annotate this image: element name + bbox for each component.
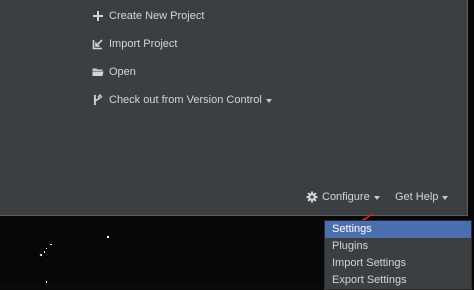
desktop-sparkle (46, 281, 47, 283)
welcome-window: Create New Project Import Project Open C… (0, 0, 468, 216)
gear-icon (306, 191, 318, 203)
import-icon (92, 38, 104, 50)
checkout-vcs-label: Check out from Version Control (109, 94, 262, 106)
plus-icon (92, 10, 104, 22)
folder-icon (92, 66, 104, 78)
create-new-project-action[interactable]: Create New Project (92, 8, 204, 24)
configure-button[interactable]: Configure (306, 189, 380, 205)
desktop-sparkle (107, 236, 109, 238)
open-action[interactable]: Open (92, 64, 136, 80)
menu-item-import-settings[interactable]: Import Settings (325, 255, 471, 272)
menu-item-export-settings[interactable]: Export Settings (325, 272, 471, 289)
configure-label: Configure (322, 191, 370, 203)
chevron-down-icon (373, 196, 380, 200)
vcs-branch-icon (92, 94, 104, 106)
get-help-label: Get Help (395, 191, 439, 203)
menu-item-plugins[interactable]: Plugins (325, 238, 471, 255)
chevron-down-icon (265, 99, 272, 103)
import-project-label: Import Project (109, 38, 178, 50)
desktop-sparkle (50, 244, 52, 245)
chevron-down-icon (442, 196, 449, 200)
import-project-action[interactable]: Import Project (92, 36, 177, 52)
desktop-sparkle (44, 251, 45, 253)
get-help-button[interactable]: Get Help (395, 189, 449, 205)
desktop-sparkle (46, 248, 47, 249)
checkout-vcs-action[interactable]: Check out from Version Control (92, 92, 272, 108)
open-label: Open (109, 66, 136, 78)
create-new-project-label: Create New Project (109, 10, 205, 22)
desktop-sparkle (39, 253, 43, 257)
menu-item-settings[interactable]: Settings (325, 221, 471, 238)
configure-menu: Settings Plugins Import Settings Export … (324, 220, 472, 290)
